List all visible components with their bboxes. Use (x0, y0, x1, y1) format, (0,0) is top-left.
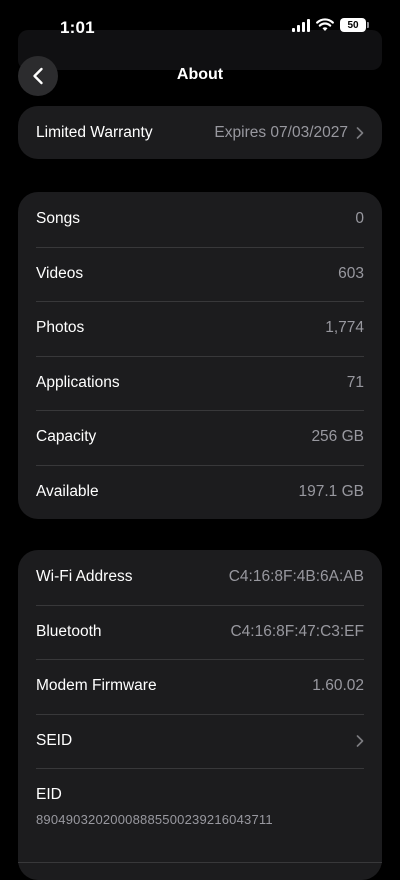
songs-row: Songs 0 (18, 192, 382, 247)
cellular-signal-icon (292, 18, 310, 32)
videos-label: Videos (36, 264, 84, 282)
status-bar: 1:01 50 (0, 0, 400, 56)
modem-firmware-value: 1.60.02 (312, 677, 364, 695)
available-label: Available (36, 482, 99, 500)
battery-level: 50 (347, 19, 359, 31)
bluetooth-label: Bluetooth (36, 622, 102, 640)
warranty-card: Limited Warranty Expires 07/03/2027 (18, 106, 382, 159)
capacity-row: Capacity 256 GB (18, 410, 382, 465)
wifi-address-value: C4:16:8F:4B:6A:AB (228, 568, 364, 586)
battery-icon: 50 (340, 18, 369, 32)
wifi-address-label: Wi-Fi Address (36, 568, 133, 586)
navigation-bar: About (0, 56, 400, 100)
photos-row: Photos 1,774 (18, 301, 382, 356)
videos-row: Videos 603 (18, 246, 382, 302)
divider (18, 862, 382, 863)
warranty-label: Limited Warranty (36, 123, 153, 141)
page-title: About (176, 66, 224, 83)
warranty-detail: Expires 07/03/2027 (214, 124, 364, 142)
warranty-value: Expires 07/03/2027 (214, 123, 348, 141)
photos-label: Photos (36, 319, 85, 337)
media-stats-card: Songs 0 Videos 603 Photos 1,774 Applicat… (18, 192, 382, 519)
available-row: Available 197.1 GB (18, 464, 382, 520)
seid-label: SEID (36, 731, 73, 749)
applications-label: Applications (36, 373, 120, 391)
bluetooth-row[interactable]: Bluetooth C4:16:8F:47:C3:EF (18, 604, 382, 660)
eid-row[interactable]: EID 89049032020008885500239216043711 (18, 768, 382, 838)
status-time: 1:01 (60, 18, 95, 37)
songs-value: 0 (355, 210, 364, 228)
eid-label: EID (36, 786, 62, 803)
songs-label: Songs (36, 210, 80, 228)
photos-value: 1,774 (325, 319, 364, 337)
limited-warranty-row[interactable]: Limited Warranty Expires 07/03/2027 (18, 106, 382, 159)
applications-value: 71 (346, 373, 364, 391)
eid-value: 89049032020008885500239216043711 (36, 812, 273, 827)
modem-firmware-row[interactable]: Modem Firmware 1.60.02 (18, 659, 382, 714)
capacity-label: Capacity (36, 428, 97, 446)
videos-value: 603 (338, 264, 364, 282)
network-info-card: Wi-Fi Address C4:16:8F:4B:6A:AB Bluetoot… (18, 550, 382, 880)
applications-row: Applications 71 (18, 355, 382, 411)
chevron-right-icon (356, 126, 364, 139)
capacity-value: 256 GB (311, 428, 364, 446)
modem-firmware-label: Modem Firmware (36, 677, 157, 695)
wifi-icon (316, 18, 334, 31)
wifi-address-row[interactable]: Wi-Fi Address C4:16:8F:4B:6A:AB (18, 550, 382, 605)
available-value: 197.1 GB (298, 482, 365, 500)
chevron-right-icon (356, 734, 364, 747)
status-icons: 50 (292, 18, 369, 32)
seid-row[interactable]: SEID (18, 713, 382, 769)
bluetooth-value: C4:16:8F:47:C3:EF (230, 622, 364, 640)
